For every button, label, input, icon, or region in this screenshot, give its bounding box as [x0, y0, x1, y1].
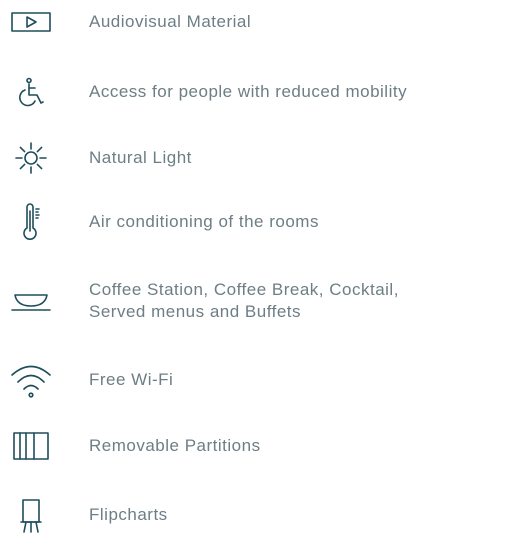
thermometer-icon — [0, 203, 62, 241]
amenity-label: Free Wi-Fi — [89, 370, 174, 389]
amenity-label: Natural Light — [89, 148, 192, 167]
amenity-flipcharts: Flipcharts — [0, 497, 507, 535]
sun-icon — [0, 141, 62, 175]
wifi-icon — [0, 360, 62, 400]
amenity-partitions: Removable Partitions — [0, 430, 507, 462]
flipchart-icon — [0, 497, 62, 535]
play-screen-icon — [0, 10, 62, 34]
amenity-wifi: Free Wi-Fi — [0, 360, 507, 400]
amenity-accessibility: Access for people with reduced mobility — [0, 77, 507, 107]
amenity-audiovisual: Audiovisual Material — [0, 10, 507, 34]
amenity-label: Removable Partitions — [89, 436, 261, 455]
amenity-air-conditioning: Air conditioning of the rooms — [0, 203, 507, 241]
amenity-label: Coffee Station, Coffee Break, Cocktail, … — [89, 280, 399, 321]
coffee-cup-icon — [0, 278, 62, 326]
amenity-coffee: Coffee Station, Coffee Break, Cocktail, … — [0, 278, 507, 326]
amenity-label: Flipcharts — [89, 505, 168, 524]
wheelchair-icon — [0, 77, 62, 107]
partitions-icon — [0, 430, 62, 462]
amenity-label: Audiovisual Material — [89, 12, 252, 31]
amenity-label: Access for people with reduced mobility — [89, 82, 408, 101]
amenity-natural-light: Natural Light — [0, 141, 507, 175]
amenity-label: Air conditioning of the rooms — [89, 212, 319, 231]
